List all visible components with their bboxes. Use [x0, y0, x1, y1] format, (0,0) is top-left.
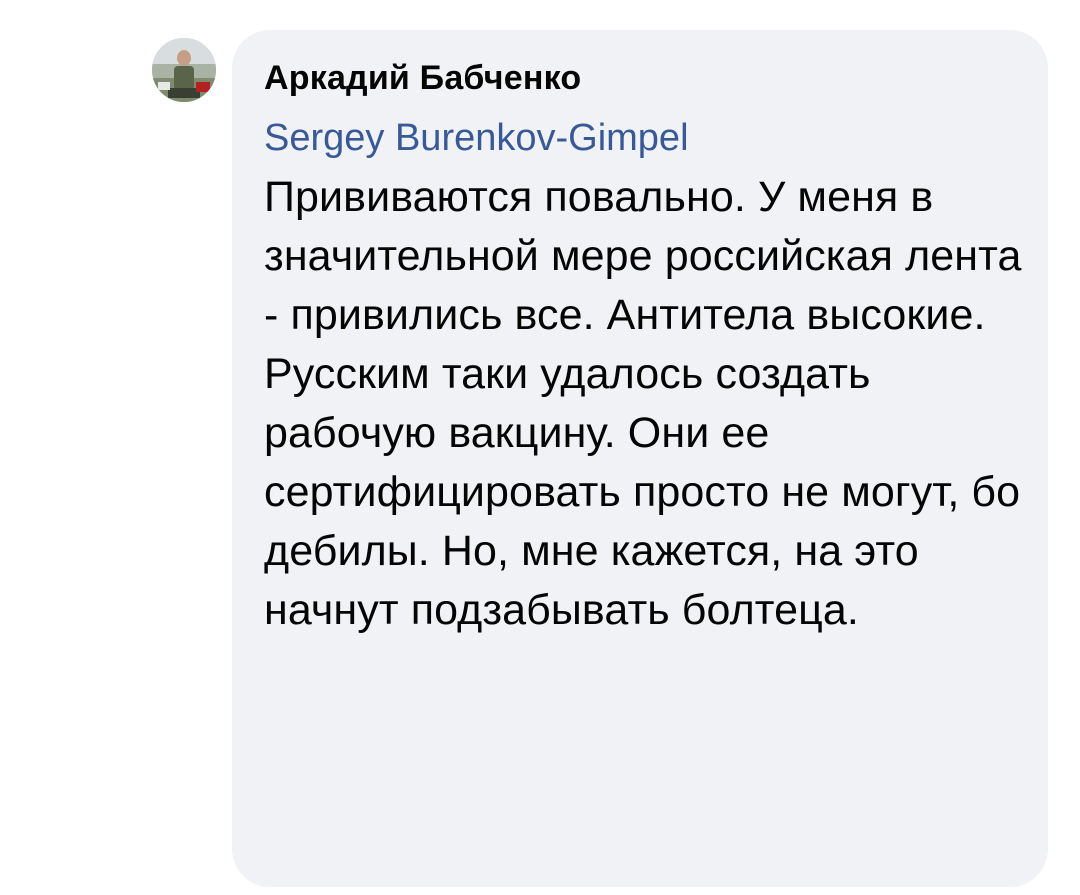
comment-bubble: Аркадий Бабченко Sergey Burenkov-Gimpel … — [232, 30, 1048, 887]
mention-link[interactable]: Sergey Burenkov-Gimpel — [264, 114, 689, 162]
comment-author-name[interactable]: Аркадий Бабченко — [264, 54, 1018, 98]
comment: Аркадий Бабченко Sergey Burenkov-Gimpel … — [0, 0, 1080, 895]
comment-text: Прививаются повально. У меня в значитель… — [264, 173, 1022, 634]
avatar[interactable] — [152, 38, 216, 102]
avatar-photo — [152, 38, 216, 102]
